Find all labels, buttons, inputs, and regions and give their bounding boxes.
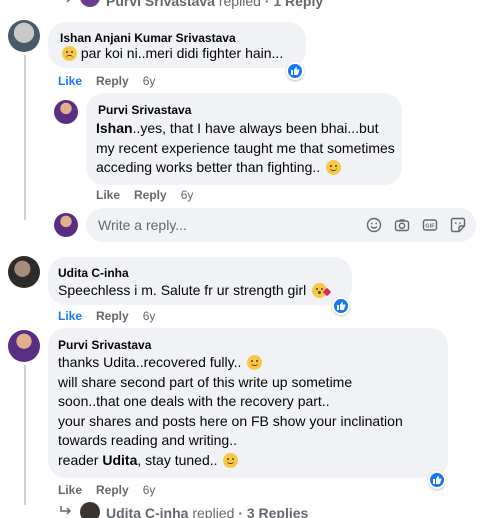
- avatar: [80, 0, 100, 7]
- avatar[interactable]: [8, 256, 40, 288]
- timestamp[interactable]: 6y: [143, 74, 156, 88]
- comment-actions: Like Reply 6y: [96, 188, 207, 202]
- kiss-face-icon: [312, 283, 332, 298]
- timestamp[interactable]: 6y: [181, 188, 194, 202]
- comment-text: thanks Udita..recovered fully.. will sha…: [58, 354, 403, 468]
- comment-bubble: Purvi Srivastava Ishan..yes, that I have…: [86, 93, 402, 185]
- like-button[interactable]: Like: [58, 74, 82, 88]
- timestamp[interactable]: 6y: [143, 309, 156, 323]
- comment-actions: Like Reply 6y: [58, 483, 169, 497]
- like-reaction-icon[interactable]: [428, 471, 446, 489]
- mention-link[interactable]: Udita: [102, 452, 137, 468]
- smile-face-icon: [326, 160, 342, 175]
- avatar[interactable]: [8, 330, 40, 362]
- comment-author[interactable]: Purvi Srivastava: [98, 103, 191, 117]
- comment-actions: Like Reply 6y: [58, 74, 169, 88]
- like-button[interactable]: Like: [96, 188, 120, 202]
- avatar[interactable]: [54, 100, 78, 124]
- mention-link[interactable]: Ishan: [96, 120, 133, 136]
- avatar[interactable]: [8, 20, 40, 52]
- comment-author[interactable]: Ishan Anjani Kumar Srivastava: [60, 31, 236, 45]
- comment-author[interactable]: Purvi Srivastava: [58, 338, 151, 352]
- avatar: [54, 213, 78, 237]
- comment-text: par koi ni..meri didi fighter hain...: [60, 44, 283, 64]
- reply-count: 3 Replies: [246, 505, 309, 518]
- like-button[interactable]: Like: [58, 483, 82, 497]
- like-button[interactable]: Like: [58, 309, 82, 323]
- reply-placeholder: Write a reply...: [98, 217, 187, 233]
- like-reaction-icon[interactable]: [332, 297, 350, 315]
- sad-face-icon: [62, 46, 77, 61]
- comment-bubble: Udita C-inha Speechless i m. Salute fr u…: [48, 257, 352, 305]
- reply-button[interactable]: Reply: [96, 74, 129, 88]
- bottom-replies-link[interactable]: Udita C-inha replied · 3 Replies: [60, 502, 360, 518]
- avatar: [80, 502, 100, 518]
- reply-author: Purvi Srivastava: [106, 0, 215, 9]
- reply-arrow-icon: [66, 0, 71, 3]
- comment-bubble: Ishan Anjani Kumar Srivastava par koi ni…: [48, 22, 306, 68]
- like-reaction-icon[interactable]: [286, 62, 304, 80]
- reply-input[interactable]: Write a reply... GIF: [86, 208, 476, 242]
- smile-face-icon: [223, 452, 239, 468]
- comment-text: Ishan..yes, that I have always been bhai…: [96, 120, 395, 175]
- timestamp[interactable]: 6y: [143, 483, 156, 497]
- thread-line: [24, 55, 26, 220]
- sticker-icon[interactable]: [450, 217, 466, 233]
- gif-icon[interactable]: GIF: [422, 217, 438, 233]
- reply-author: Udita C-inha: [106, 505, 189, 518]
- reply-button[interactable]: Reply: [96, 309, 129, 323]
- comment-bubble: Purvi Srivastava thanks Udita..recovered…: [48, 328, 448, 478]
- thread-line: [24, 365, 26, 505]
- comment-text: Speechless i m. Salute fr ur strength gi…: [58, 281, 332, 301]
- reply-count: 1 Reply: [273, 0, 324, 9]
- reply-button[interactable]: Reply: [96, 483, 129, 497]
- svg-text:GIF: GIF: [425, 224, 435, 230]
- smile-icon[interactable]: [366, 217, 382, 233]
- reply-button[interactable]: Reply: [134, 188, 167, 202]
- comment-actions: Like Reply 6y: [58, 309, 169, 323]
- smile-face-icon: [247, 355, 263, 370]
- camera-icon[interactable]: [394, 217, 410, 233]
- reply-arrow-icon: [60, 506, 72, 515]
- comment-author[interactable]: Udita C-inha: [58, 266, 129, 280]
